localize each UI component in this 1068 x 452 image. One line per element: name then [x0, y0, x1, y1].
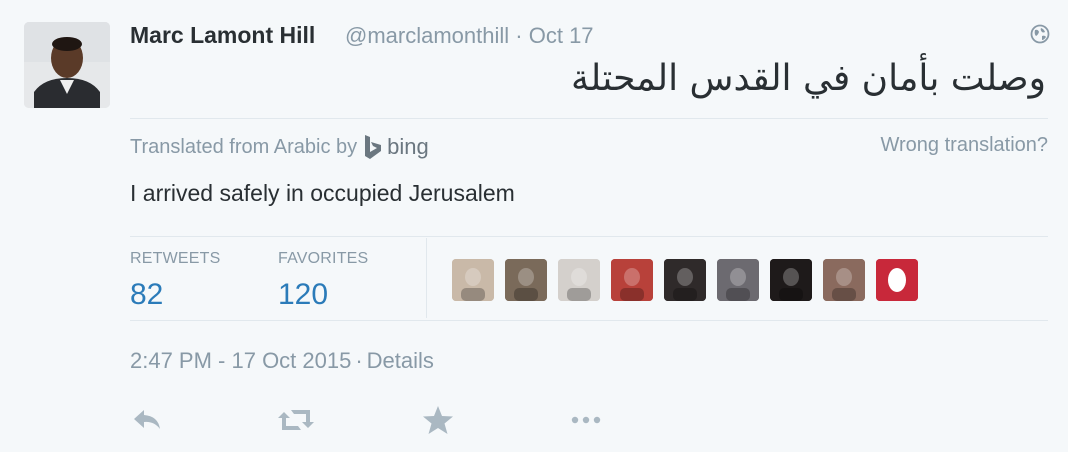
tweet-actions: [130, 402, 610, 438]
favoriter-avatar-9[interactable]: [876, 259, 918, 301]
divider-translation: [130, 118, 1048, 119]
bing-logo[interactable]: bing: [363, 134, 429, 160]
favorites-count: 120: [278, 278, 329, 311]
divider-stats-top: [130, 236, 1048, 237]
bing-wordmark: bing: [387, 134, 429, 159]
favoriter-avatar-6[interactable]: [717, 259, 759, 301]
handle-and-date: @marclamonthill · Oct 17: [345, 23, 594, 49]
bing-icon: [365, 135, 382, 159]
user-handle[interactable]: @marclamonthill: [345, 23, 509, 48]
more-icon[interactable]: [566, 402, 606, 438]
user-avatar[interactable]: [24, 22, 110, 108]
retweets-stat[interactable]: RETWEETS 82: [130, 250, 221, 312]
translated-text: I arrived safely in occupied Jerusalem: [130, 180, 515, 206]
divider-stats-bottom: [130, 320, 1048, 321]
favoriter-avatar-8[interactable]: [823, 259, 865, 301]
tweet-date[interactable]: Oct 17: [529, 23, 594, 48]
tweet-card: Marc Lamont Hill @marclamonthill · Oct 1…: [0, 0, 1068, 452]
reply-icon[interactable]: [130, 402, 170, 438]
stats-separator: [426, 238, 427, 318]
favoriter-avatar-2[interactable]: [505, 259, 547, 301]
favoriters-list: [452, 259, 929, 301]
timestamp-time: 2:47 PM - 17 Oct 2015: [130, 348, 352, 373]
favoriter-avatar-1[interactable]: [452, 259, 494, 301]
globe-icon: [1030, 24, 1050, 44]
star-icon[interactable]: [420, 402, 460, 438]
favorites-label: FAVORITES: [278, 250, 369, 267]
favoriter-avatar-3[interactable]: [558, 259, 600, 301]
separator-dot: ·: [515, 23, 523, 48]
separator-dot: ·: [355, 348, 363, 373]
translation-prefix: Translated from Arabic by: [130, 135, 358, 158]
tweet-timestamp: 2:47 PM - 17 Oct 2015 · Details: [130, 348, 434, 374]
retweets-count: 82: [130, 278, 164, 311]
favoriter-avatar-7[interactable]: [770, 259, 812, 301]
tweet-text-arabic: وصلت بأمان في القدس المحتلة: [570, 58, 1046, 99]
retweet-icon[interactable]: [276, 402, 316, 438]
translation-attribution: Translated from Arabic by bing: [130, 134, 429, 160]
favoriter-avatar-4[interactable]: [611, 259, 653, 301]
user-name[interactable]: Marc Lamont Hill: [130, 22, 315, 49]
wrong-translation-link[interactable]: Wrong translation?: [881, 134, 1049, 157]
favoriter-avatar-5[interactable]: [664, 259, 706, 301]
retweets-label: RETWEETS: [130, 250, 221, 267]
favorites-stat[interactable]: FAVORITES 120: [278, 250, 368, 312]
details-link[interactable]: Details: [367, 348, 434, 373]
